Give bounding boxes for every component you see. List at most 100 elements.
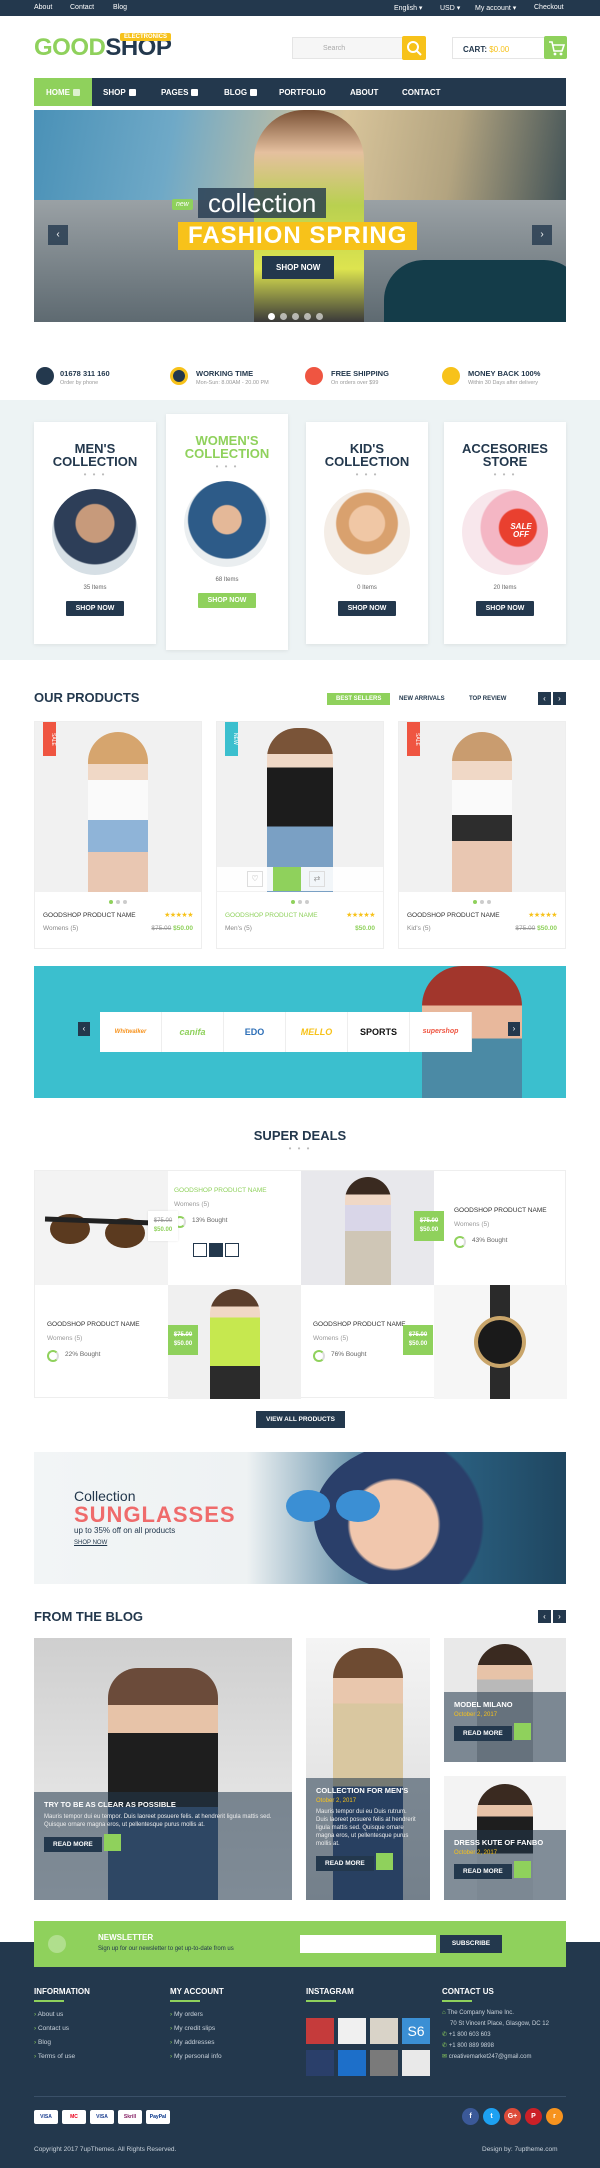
footer-link[interactable]: My personal info bbox=[170, 2050, 224, 2064]
tab-top-review[interactable]: TOP REVIEW bbox=[460, 693, 515, 705]
collection-card[interactable]: WOMEN'S COLLECTION • • • 68 Items SHOP NO… bbox=[166, 414, 288, 650]
instagram-photo[interactable] bbox=[370, 2050, 398, 2076]
brand-logo[interactable]: MELLO bbox=[286, 1012, 348, 1052]
account-menu[interactable]: My account ▾ bbox=[475, 4, 516, 12]
link-icon[interactable] bbox=[513, 1861, 531, 1878]
brand-logo[interactable]: canifa bbox=[162, 1012, 224, 1052]
cart-button[interactable] bbox=[544, 36, 567, 59]
topbar-blog-link[interactable]: Blog bbox=[113, 4, 127, 11]
hero-prev-button[interactable]: ‹ bbox=[48, 225, 68, 245]
collection-card[interactable]: ACCESORIES STORE • • • SALE OFF 20 Items … bbox=[444, 422, 566, 644]
view-all-products-button[interactable]: VIEW ALL PRODUCTS bbox=[256, 1411, 345, 1428]
brand-logo[interactable]: SPORTS bbox=[348, 1012, 410, 1052]
blog-prev-button[interactable]: ‹ bbox=[538, 1610, 551, 1623]
hero-dot[interactable] bbox=[304, 313, 311, 320]
brand-logo[interactable]: supershop bbox=[410, 1012, 472, 1052]
hero-next-button[interactable]: › bbox=[532, 225, 552, 245]
currency-select[interactable]: USD ▾ bbox=[440, 4, 460, 12]
shop-now-button[interactable]: SHOP NOW bbox=[337, 601, 397, 616]
deal-info[interactable]: GOODSHOP PRODUCT NAME Womens (5) 13% Bou… bbox=[148, 1171, 301, 1285]
instagram-photo[interactable]: S6 bbox=[402, 2018, 430, 2044]
product-card[interactable]: SALE GOODSHOP PRODUCT NAME ★★★★★ Kid's (… bbox=[398, 721, 566, 949]
language-select[interactable]: English ▾ bbox=[394, 4, 422, 12]
deal-image[interactable] bbox=[434, 1285, 567, 1399]
twitter-icon[interactable]: t bbox=[483, 2108, 500, 2125]
blog-post[interactable]: COLLECTION FOR MEN'S Otober 2, 2017 Maur… bbox=[306, 1638, 430, 1900]
blog-post[interactable]: DRESS KUTE OF FANBO October 2, 2017 READ… bbox=[444, 1776, 566, 1900]
pinterest-icon[interactable]: P bbox=[525, 2108, 542, 2125]
instagram-photo[interactable] bbox=[338, 2050, 366, 2076]
blog-next-button[interactable]: › bbox=[553, 1610, 566, 1623]
products-next-button[interactable]: › bbox=[553, 692, 566, 705]
brands-next-button[interactable]: › bbox=[508, 1022, 520, 1036]
topbar-checkout-link[interactable]: Checkout bbox=[534, 4, 564, 11]
banner-shop-now-link[interactable]: SHOP NOW bbox=[74, 1540, 107, 1546]
compare-icon[interactable]: ⇄ bbox=[309, 871, 325, 887]
products-prev-button[interactable]: ‹ bbox=[538, 692, 551, 705]
collection-card[interactable]: KID'S COLLECTION • • • 0 Items SHOP NOW bbox=[306, 422, 428, 644]
read-more-button[interactable]: READ MORE bbox=[454, 1726, 512, 1741]
deal-info[interactable]: GOODSHOP PRODUCT NAME Womens (5) 76% Bou… bbox=[301, 1285, 434, 1399]
tab-new-arrivals[interactable]: NEW ARRIVALS bbox=[390, 693, 454, 705]
rss-icon[interactable]: r bbox=[546, 2108, 563, 2125]
subscribe-button[interactable]: SUBSCRIBE bbox=[440, 1935, 502, 1953]
instagram-photo[interactable] bbox=[338, 2018, 366, 2044]
compare-icon[interactable] bbox=[225, 1243, 239, 1257]
topbar-about-link[interactable]: About bbox=[34, 4, 52, 11]
blog-post[interactable]: MODEL MILANO October 2, 2017 READ MORE bbox=[444, 1638, 566, 1762]
footer-link[interactable]: My orders bbox=[170, 2008, 224, 2022]
newsletter-email-input[interactable] bbox=[300, 1935, 436, 1953]
wishlist-icon[interactable] bbox=[193, 1243, 207, 1257]
search-input[interactable]: Search bbox=[292, 37, 404, 59]
brands-prev-button[interactable]: ‹ bbox=[78, 1022, 90, 1036]
google-plus-icon[interactable]: G+ bbox=[504, 2108, 521, 2125]
read-more-button[interactable]: READ MORE bbox=[454, 1864, 512, 1879]
instagram-photo[interactable] bbox=[306, 2050, 334, 2076]
hero-dot[interactable] bbox=[292, 313, 299, 320]
nav-blog[interactable]: BLOG bbox=[224, 78, 258, 106]
footer-link[interactable]: Terms of use bbox=[34, 2050, 90, 2064]
collection-card[interactable]: MEN'S COLLECTION • • • 35 Items SHOP NOW bbox=[34, 422, 156, 644]
link-icon[interactable] bbox=[103, 1834, 121, 1851]
nav-about[interactable]: ABOUT bbox=[350, 78, 378, 106]
shop-now-button[interactable]: SHOP NOW bbox=[65, 601, 125, 616]
design-credit[interactable]: Design by: 7uptheme.com bbox=[482, 2146, 558, 2153]
instagram-photo[interactable] bbox=[306, 2018, 334, 2044]
read-more-button[interactable]: READ MORE bbox=[316, 1856, 374, 1871]
read-more-button[interactable]: READ MORE bbox=[44, 1837, 102, 1852]
footer-link[interactable]: About us bbox=[34, 2008, 90, 2022]
topbar-contact-link[interactable]: Contact bbox=[70, 4, 94, 11]
product-card[interactable]: NEW ♡ ⇄ GOODSHOP PRODUCT NAME ★★★★★ Men'… bbox=[216, 721, 384, 949]
hero-shop-now-button[interactable]: SHOP NOW bbox=[262, 256, 335, 279]
hero-dot[interactable] bbox=[268, 313, 275, 320]
nav-shop[interactable]: SHOP bbox=[103, 78, 136, 106]
nav-portfolio[interactable]: PORTFOLIO bbox=[279, 78, 326, 106]
tab-best-sellers[interactable]: BEST SELLERS bbox=[327, 693, 391, 705]
mail-icon[interactable]: ✉ creativemarket247@gmail.com bbox=[442, 2052, 549, 2063]
link-icon[interactable] bbox=[513, 1723, 531, 1740]
add-to-cart-button[interactable] bbox=[209, 1243, 223, 1257]
deal-info[interactable]: GOODSHOP PRODUCT NAME Womens (5) 22% Bou… bbox=[35, 1285, 168, 1399]
product-card[interactable]: SALE GOODSHOP PRODUCT NAME ★★★★★ Womens … bbox=[34, 721, 202, 949]
blog-post[interactable]: TRY TO BE AS CLEAR AS POSSIBLE Mauris te… bbox=[34, 1638, 292, 1900]
brand-logo[interactable]: EDO bbox=[224, 1012, 286, 1052]
footer-link[interactable]: My addresses bbox=[170, 2036, 224, 2050]
search-button[interactable] bbox=[402, 36, 426, 60]
shop-now-button[interactable]: SHOP NOW bbox=[197, 593, 257, 608]
nav-home[interactable]: HOME bbox=[34, 78, 92, 106]
deal-info[interactable]: GOODSHOP PRODUCT NAME Womens (5) 43% Bou… bbox=[434, 1171, 567, 1285]
add-to-cart-button[interactable] bbox=[273, 867, 301, 891]
nav-pages[interactable]: PAGES bbox=[161, 78, 199, 106]
facebook-icon[interactable]: f bbox=[462, 2108, 479, 2125]
shop-now-button[interactable]: SHOP NOW bbox=[475, 601, 535, 616]
wishlist-icon[interactable]: ♡ bbox=[247, 871, 263, 887]
instagram-photo[interactable] bbox=[402, 2050, 430, 2076]
instagram-photo[interactable] bbox=[370, 2018, 398, 2044]
footer-link[interactable]: Blog bbox=[34, 2036, 90, 2050]
footer-link[interactable]: My credit slips bbox=[170, 2022, 224, 2036]
deal-image[interactable]: $75.00 $50.00 bbox=[168, 1285, 301, 1399]
deal-image[interactable]: $75.00 $50.00 bbox=[301, 1171, 444, 1285]
brand-logo[interactable]: Whitwalker bbox=[100, 1012, 162, 1052]
link-icon[interactable] bbox=[375, 1853, 393, 1870]
footer-link[interactable]: Contact us bbox=[34, 2022, 90, 2036]
